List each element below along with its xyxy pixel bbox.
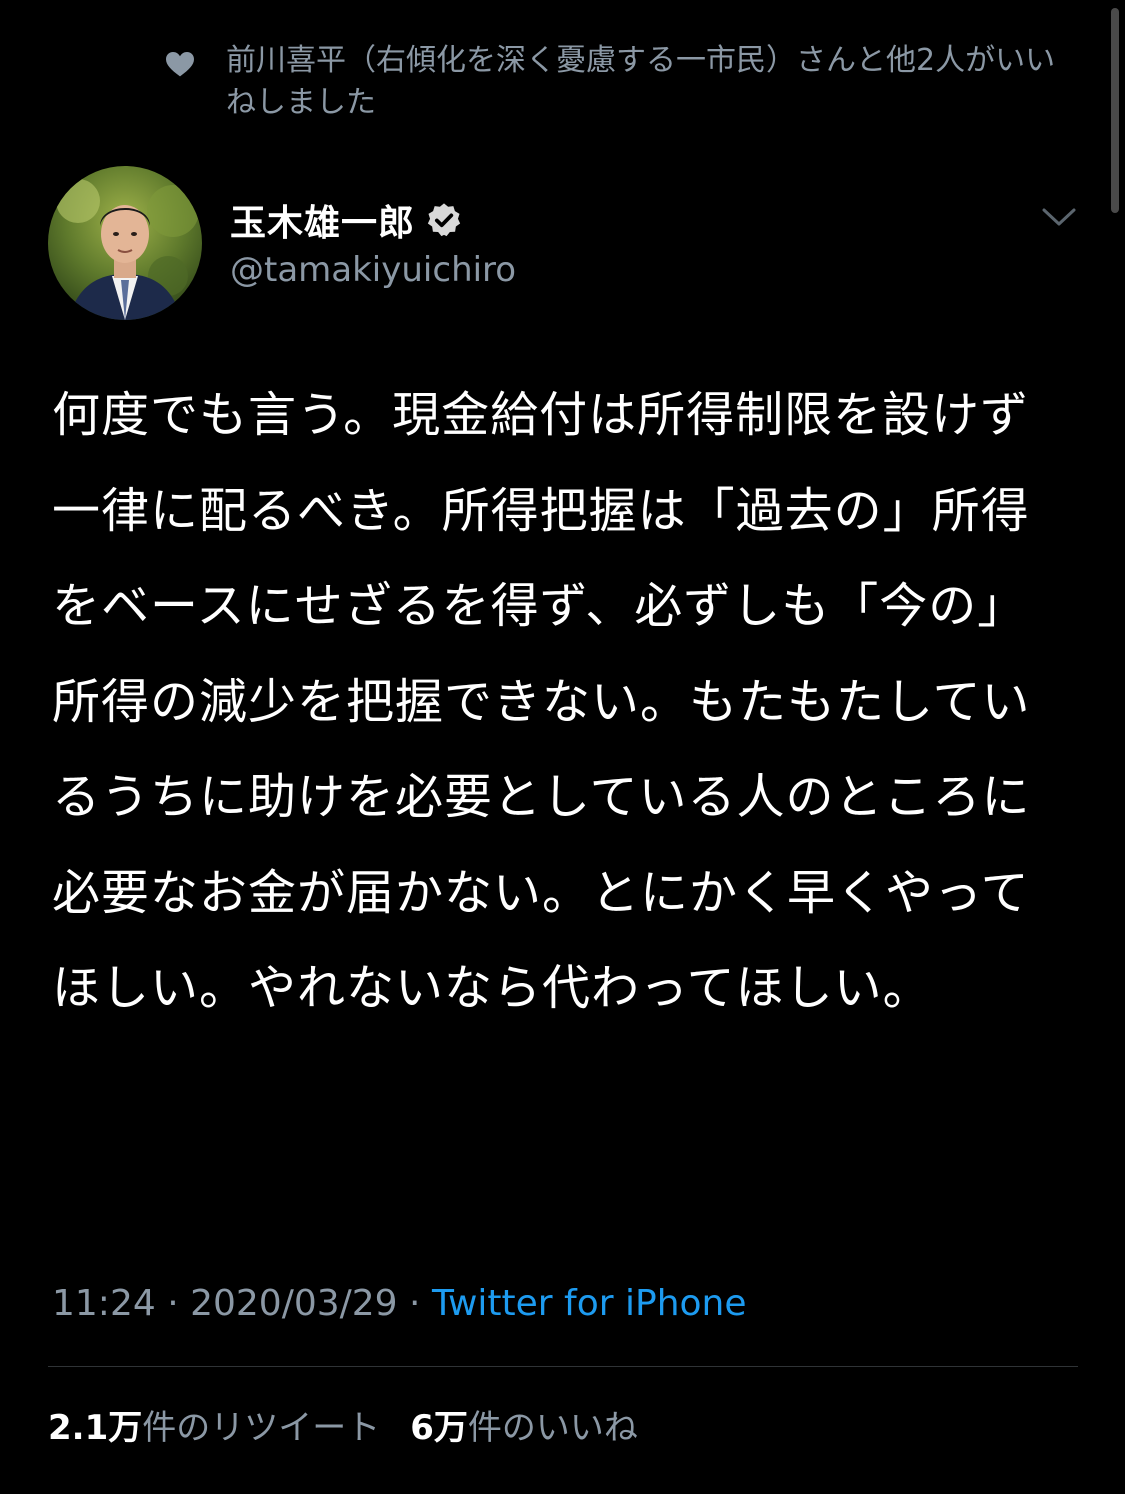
author-handle[interactable]: @tamakiyuichiro <box>230 250 516 290</box>
meta-separator: · <box>155 1283 191 1324</box>
meta-separator-2: · <box>397 1283 432 1324</box>
likes-label: 件のいいね <box>467 1408 638 1448</box>
tweet-meta: 11:24 · 2020/03/29 · Twitter for iPhone <box>52 1280 747 1328</box>
tweet-source-link[interactable]: Twitter for iPhone <box>432 1283 747 1324</box>
heart-icon <box>166 52 194 77</box>
author-name-row[interactable]: 玉木雄一郎 <box>230 194 463 246</box>
social-context[interactable]: 前川喜平（右傾化を深く憂慮する一市民）さんと他2人がいいねしました <box>164 40 1074 124</box>
tweet-time: 11:24 <box>52 1283 156 1324</box>
chevron-down-icon[interactable] <box>1040 202 1078 232</box>
tweet-stats: 2.1万件のリツイート 6万件のいいね <box>48 1404 638 1452</box>
avatar[interactable] <box>48 166 202 320</box>
author-name: 玉木雄一郎 <box>230 203 416 244</box>
retweets-stat[interactable]: 2.1万件のリツイート <box>48 1408 380 1448</box>
scrollbar[interactable] <box>1111 8 1119 213</box>
likes-stat[interactable]: 6万件のいいね <box>410 1408 638 1448</box>
likes-count: 6万 <box>410 1408 468 1448</box>
verified-badge-icon <box>427 203 461 237</box>
tweet-date[interactable]: 2020/03/29 <box>190 1283 398 1324</box>
tweet-text: 何度でも言う。現金給付は所得制限を設けず一律に配るべき。所得把握は「過去の」所得… <box>52 387 1031 1016</box>
divider <box>48 1366 1078 1367</box>
social-context-text: 前川喜平（右傾化を深く憂慮する一市民）さんと他2人がいいねしました <box>226 43 1056 120</box>
retweets-count: 2.1万 <box>48 1408 143 1448</box>
tweet-author: 玉木雄一郎 @tamakiyuichiro <box>48 166 1078 322</box>
retweets-label: 件のリツイート <box>142 1408 381 1448</box>
